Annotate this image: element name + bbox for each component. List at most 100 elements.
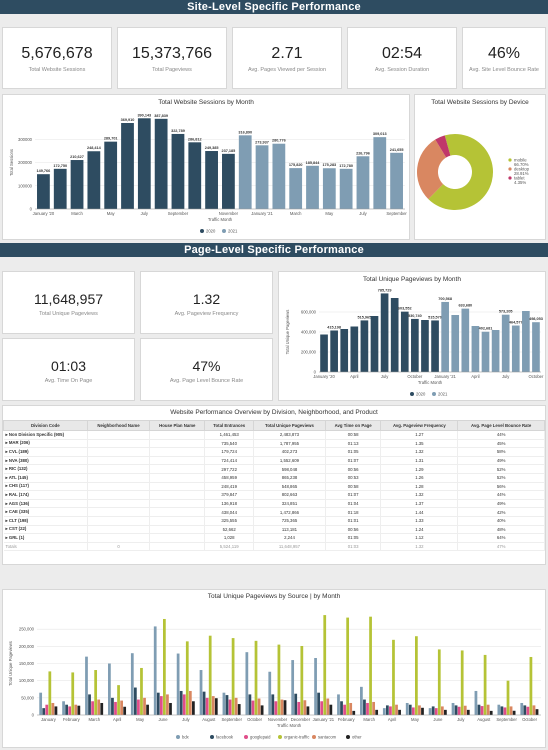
bar-data-label: 175,283 xyxy=(322,163,336,167)
bar-facebook xyxy=(88,694,91,715)
x-tick-label: July xyxy=(502,374,510,379)
table-total-cell: 01:03 xyxy=(325,542,382,552)
kpi-value: 15,373,766 xyxy=(131,45,213,62)
y-axis-label: Total Unique Pageviews xyxy=(8,641,13,686)
table-row[interactable]: ▸ RAL (174) 379,847 802,663 01:07 1.32 44% xyxy=(3,490,545,500)
table-header-cell[interactable]: Avg. Pageview Frequency xyxy=(380,420,459,431)
table-row[interactable]: ▸ RIC (132) 297,722 598,048 00:56 1.29 52% xyxy=(3,464,545,474)
table-cell xyxy=(149,473,206,483)
table-cell xyxy=(149,464,206,474)
x-tick-label: October xyxy=(529,374,545,379)
legend-swatch-2021 xyxy=(432,392,436,396)
table-cell: 01:07 xyxy=(325,456,382,466)
bar-other xyxy=(329,704,333,715)
bar-bdx xyxy=(451,702,455,715)
x-axis-label: Traffic Month xyxy=(208,217,233,222)
x-tick-label: May xyxy=(325,211,334,216)
table-row[interactable]: ▸ CST (22) 52,662 113,181 00:56 1.24 48% xyxy=(3,525,545,535)
table-cell: 01:18 xyxy=(325,507,382,517)
bar-facebook xyxy=(225,695,229,715)
table-header-cell[interactable]: Avg. Page Level Bounce Rate xyxy=(457,420,545,431)
bar-bdx xyxy=(291,660,295,715)
table-cell: 01:01 xyxy=(325,516,382,526)
bar-other xyxy=(100,702,104,715)
table-cell: 1,472,866 xyxy=(253,507,326,517)
bar-organic-traffic xyxy=(254,640,258,715)
table-cell: 01:04 xyxy=(325,499,382,509)
bar-bdx xyxy=(199,670,203,715)
table-cell xyxy=(87,533,151,543)
bar xyxy=(481,331,490,372)
bar-santacom xyxy=(257,698,261,715)
table-row[interactable]: ▸ AGS (136) 136,918 324,851 01:04 1.37 49% xyxy=(3,499,545,509)
table-cell xyxy=(149,525,206,535)
table-header-cell[interactable]: Total Entrances xyxy=(204,420,255,431)
bar-bdx xyxy=(222,692,226,715)
table-cell: 297,722 xyxy=(204,464,255,474)
kpi-value: 11,648,957 xyxy=(33,291,104,307)
legend-label-bdx: bdx xyxy=(182,735,190,740)
bar-santacom xyxy=(463,705,467,715)
bar-bdx xyxy=(382,708,386,715)
kpi-value: 1.32 xyxy=(192,291,221,307)
table-cell: 42% xyxy=(457,507,545,517)
bar xyxy=(306,165,319,209)
table-cell: ▸ ATL (145) xyxy=(3,473,88,483)
kpi-label: Total Pageviews xyxy=(152,67,192,73)
table-cell: ▸ NVA (380) xyxy=(3,456,88,466)
kpi-label: Avg. Site Level Bounce Rate xyxy=(469,67,539,73)
bar-organic-traffic xyxy=(323,615,327,715)
table-row[interactable]: ▸ Non Division Specific (905) 1,461,453 2,… xyxy=(3,430,545,440)
table-row[interactable]: ▸ CVL (189) 179,724 402,273 01:05 1.32 58% xyxy=(3,447,545,457)
table-cell: 00:56 xyxy=(325,464,382,474)
legend-value-tablet: 4.35% xyxy=(514,180,526,185)
bar-other xyxy=(283,700,287,715)
bar xyxy=(255,145,269,209)
unique-pageviews-by-month-chart: 0200,000400,000600,000Total Unique Pagev… xyxy=(285,288,545,396)
x-tick-label: July xyxy=(381,374,389,379)
table-row[interactable]: ▸ MAR (206) 735,540 1,787,955 01:13 1.35 45% xyxy=(3,439,545,449)
table-totals-row: Totals 0 5,524,119 11,648,957 01:03 1.32 47% xyxy=(3,542,545,552)
table-row[interactable]: ▸ CAE (335) 438,044 1,472,866 01:18 1.44 42% xyxy=(3,507,545,517)
sessions-by-month-chart: 0100000200000300000Total Sessions 149,766… xyxy=(9,113,407,233)
table-cell: 1.12 xyxy=(380,533,459,543)
table-header-cell[interactable]: Neighborhood Name xyxy=(86,420,151,431)
kpi-bounce-rate: 46% Avg. Site Level Bounce Rate xyxy=(462,27,546,89)
table-cell: 44% xyxy=(457,430,545,440)
bar-bdx xyxy=(268,671,272,715)
table-header-cell[interactable]: Total Unique Pageviews xyxy=(253,420,326,431)
table-row[interactable]: ▸ GRL (1) 1,028 2,244 01:05 1.12 64% xyxy=(3,533,545,543)
kpi-label: Avg. Pages Viewed per Session xyxy=(247,67,327,73)
table-header-cell[interactable]: Division Code xyxy=(3,420,88,431)
x-tick-label: February xyxy=(338,717,356,722)
table-header-cell[interactable]: House Plan Name xyxy=(149,420,206,431)
table-header-cell[interactable]: Avg Time on Page xyxy=(324,420,382,431)
table-cell: 725,365 xyxy=(253,516,326,526)
bar xyxy=(511,325,520,372)
bar-bdx xyxy=(520,702,524,715)
table-cell xyxy=(87,490,151,500)
table-cell: ▸ RIC (132) xyxy=(3,464,88,474)
sessions-by-month-card: Total Website Sessions by Month 0 100000 2… xyxy=(2,94,410,240)
bar-googlepaid xyxy=(411,707,415,715)
bar xyxy=(272,143,286,209)
bar-other xyxy=(306,706,310,715)
bar-santacom xyxy=(120,700,123,715)
x-tick-label: September xyxy=(496,717,517,722)
bar-facebook xyxy=(179,690,183,715)
table-cell: 802,663 xyxy=(253,490,326,500)
x-tick-label: February xyxy=(63,717,81,722)
table-row[interactable]: ▸ NVA (380) 724,414 1,552,609 01:07 1.31 49% xyxy=(3,456,545,466)
y-tick-label: 100000 xyxy=(18,183,33,188)
table-title: Website Performance Overview by Division… xyxy=(170,409,378,416)
bar-organic-traffic xyxy=(185,641,189,715)
table-cell xyxy=(149,533,206,543)
bar-bdx xyxy=(428,708,432,715)
table-row[interactable]: ▸ ATL (145) 458,959 865,238 00:53 1.26 52% xyxy=(3,473,545,483)
bar-googlepaid xyxy=(526,706,530,715)
kpi-label: Avg. Pageview Frequency xyxy=(174,311,239,317)
table-row[interactable]: ▸ CLT (198) 325,555 725,365 01:01 1.33 40% xyxy=(3,516,545,526)
table-cell: 324,851 xyxy=(253,499,326,509)
table-row[interactable]: ▸ CHS (117) 248,419 548,865 00:58 1.28 56% xyxy=(3,482,545,492)
bar xyxy=(205,151,218,209)
